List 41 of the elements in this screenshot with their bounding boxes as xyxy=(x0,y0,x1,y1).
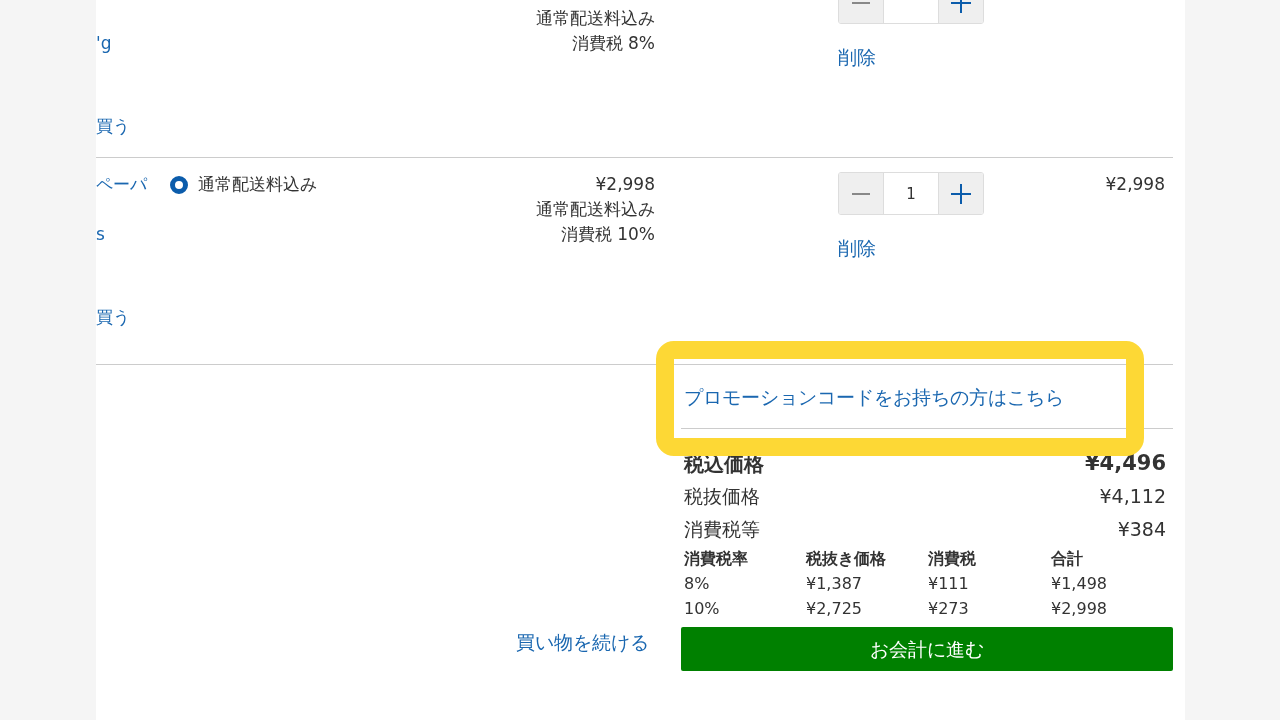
shipping-label: 通常配送料込み xyxy=(198,173,317,196)
plus-icon xyxy=(951,183,971,204)
checkout-button[interactable]: お会計に進む xyxy=(681,627,1173,671)
table-cell-text: 8% xyxy=(684,573,711,595)
summary-label: 消費税等 xyxy=(684,517,760,543)
radio-button[interactable] xyxy=(170,175,188,194)
price-note: 通常配送料込み xyxy=(536,198,655,221)
buy-link[interactable]: 買う xyxy=(96,114,130,139)
price-note: 通常配送料込み xyxy=(536,7,655,30)
summary-value: ¥384 xyxy=(1117,517,1166,543)
price-text: ¥2,998 xyxy=(595,173,655,196)
column-header: 消費税率 xyxy=(684,548,749,570)
plus-button[interactable] xyxy=(939,173,983,214)
summary-label: 税抜価格 xyxy=(684,484,760,510)
delete-link[interactable]: 削除 xyxy=(838,235,876,261)
table-cell-text: 10% xyxy=(684,598,721,620)
quantity-field[interactable]: 1 xyxy=(883,173,939,214)
column-header: 税抜き価格 xyxy=(806,548,887,570)
column-header: 消費税 xyxy=(928,548,977,570)
quantity-stepper[interactable]: 1 xyxy=(838,172,984,215)
price-note: 消費税 8% xyxy=(571,32,655,55)
table-cell-text: ¥111 xyxy=(928,573,970,595)
product-link[interactable]: s xyxy=(96,222,160,247)
summary-value: ¥4,112 xyxy=(1099,484,1166,510)
product-link[interactable]: 'g xyxy=(96,31,160,56)
minus-icon xyxy=(852,192,870,195)
table-cell-text: ¥2,725 xyxy=(806,598,863,620)
table-cell-text: ¥2,998 xyxy=(1051,598,1108,620)
summary-value: ¥4,496 xyxy=(1084,449,1166,477)
promo-code-link[interactable]: プロモーションコードをお持ちの方はこちら xyxy=(684,386,1064,408)
product-link[interactable]: ペーパ xyxy=(96,172,160,197)
total-price: ¥2,998 xyxy=(1105,173,1165,196)
buy-link[interactable]: 買う xyxy=(96,305,130,330)
price-note: 消費税 10% xyxy=(560,223,655,246)
continue-shopping-link[interactable]: 買い物を続ける xyxy=(516,630,649,654)
minus-icon xyxy=(852,1,870,4)
table-cell-text: ¥273 xyxy=(928,598,970,620)
column-header: 合計 xyxy=(1051,548,1084,570)
table-cell-text: ¥1,498 xyxy=(1051,573,1108,595)
delete-link[interactable]: 削除 xyxy=(838,44,876,70)
table-cell-text: ¥1,387 xyxy=(806,573,863,595)
